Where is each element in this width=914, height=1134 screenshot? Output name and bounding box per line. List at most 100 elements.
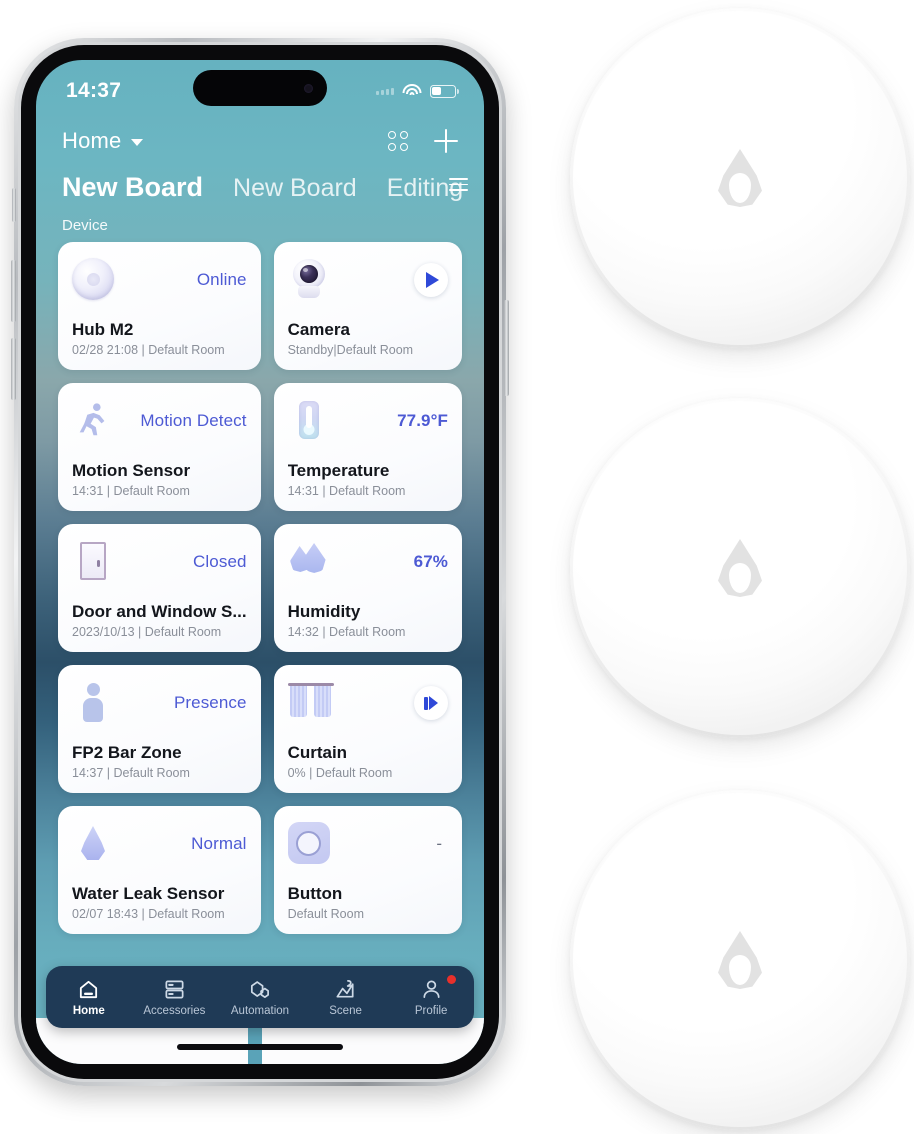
profile-icon (419, 977, 443, 1001)
device-meta: 2023/10/13 | Default Room (72, 625, 222, 639)
silent-switch[interactable] (12, 188, 16, 222)
card-top-row: 77.9°F (288, 397, 448, 445)
device-meta: 14:32 | Default Room (287, 625, 406, 639)
device-meta: 14:31 | Default Room (287, 484, 406, 498)
battery-icon (430, 84, 459, 98)
device-name: Camera (287, 320, 350, 339)
nav-item-automation[interactable]: Automation (217, 977, 303, 1017)
card-top-row: 67% (288, 538, 448, 586)
device-grid: Online Hub M2 02/28 21:08 | Default Room (58, 242, 462, 934)
device-card-fp2-bar-zone[interactable]: Presence FP2 Bar Zone 14:37 | Default Ro… (58, 665, 261, 793)
notification-badge (446, 975, 456, 984)
device-card-humidity[interactable]: 67% Humidity 14:32 | Default Room (273, 524, 462, 652)
device-card-camera[interactable]: Camera Standby|Default Room (273, 242, 462, 370)
volume-up-button[interactable] (11, 260, 16, 322)
screenshot-canvas: 14:37 Home New Board New Board Editing D… (0, 0, 914, 1134)
tab-new-board-1[interactable]: New Board (62, 172, 203, 203)
device-state: - (436, 834, 442, 853)
card-top-row (288, 256, 448, 304)
motion-sensor-icon (72, 399, 116, 443)
device-state: 77.9°F (397, 411, 448, 430)
accessories-icon (162, 977, 186, 1001)
device-state: Motion Detect (140, 411, 247, 430)
board-tabs: New Board New Board Editing Guida (36, 162, 484, 203)
nav-item-home[interactable]: Home (46, 977, 132, 1017)
device-name: Door and Window S... (72, 602, 247, 621)
door-icon (72, 540, 116, 584)
device-card-curtain[interactable]: Curtain 0% | Default Room (273, 665, 462, 793)
presence-person-icon (72, 681, 116, 725)
water-drop-icon (718, 931, 762, 989)
wifi-icon (402, 83, 422, 99)
nav-label: Automation (230, 1005, 290, 1017)
volume-down-button[interactable] (11, 338, 16, 400)
humidity-droplets-icon (288, 540, 332, 584)
hub-icon (72, 258, 116, 302)
card-top-row: Normal (72, 820, 247, 868)
device-state: 67% (413, 552, 448, 571)
device-card-motion-sensor[interactable]: Motion Detect Motion Sensor 14:31 | Defa… (58, 383, 261, 511)
water-leak-sensor-puck-1 (570, 8, 910, 348)
water-leak-sensor-puck-3 (570, 790, 910, 1130)
device-name: Hub M2 (72, 320, 134, 339)
nav-item-profile[interactable]: Profile (388, 975, 474, 1017)
home-selector-label: Home (62, 128, 122, 153)
home-selector[interactable]: Home (62, 128, 143, 154)
open-curtain-button[interactable] (414, 686, 448, 720)
water-drop-icon (718, 149, 762, 207)
thermometer-icon (288, 399, 332, 443)
device-meta: 14:31 | Default Room (72, 484, 190, 498)
nav-label: Profile (414, 1005, 448, 1017)
section-label-device: Device (62, 217, 108, 234)
device-name: FP2 Bar Zone (72, 743, 182, 762)
header-actions (388, 129, 458, 153)
hamburger-menu-icon[interactable] (449, 178, 468, 195)
phone-device: 14:37 Home New Board New Board Editing D… (11, 38, 509, 1086)
home-indicator[interactable] (177, 1044, 343, 1050)
nav-item-accessories[interactable]: Accessories (132, 977, 218, 1017)
tab-new-board-2[interactable]: New Board (233, 174, 357, 203)
device-card-hub-m2[interactable]: Online Hub M2 02/28 21:08 | Default Room (58, 242, 261, 370)
device-meta: 0% | Default Room (287, 766, 393, 780)
device-state: Closed (193, 552, 247, 571)
device-name: Motion Sensor (72, 461, 191, 480)
phone-screen: 14:37 Home New Board New Board Editing D… (36, 60, 484, 1064)
automation-icon (248, 977, 272, 1001)
water-drop-icon (718, 539, 762, 597)
device-card-temperature[interactable]: 77.9°F Temperature 14:31 | Default Room (273, 383, 462, 511)
app-header: Home (36, 118, 484, 162)
device-card-door-window-sensor[interactable]: Closed Door and Window S... 2023/10/13 |… (58, 524, 261, 652)
dynamic-island (193, 70, 327, 106)
play-button[interactable] (414, 263, 448, 297)
chevron-down-icon (130, 139, 143, 146)
device-name: Humidity (287, 602, 361, 621)
front-camera-icon (304, 83, 313, 93)
device-name: Water Leak Sensor (72, 884, 225, 903)
card-top-row: Motion Detect (72, 397, 247, 445)
card-top-row (287, 679, 448, 727)
camera-icon (288, 258, 332, 302)
bottom-navigation-bar: Home Accessories Automation Scene Profil… (46, 966, 474, 1028)
button-switch-icon (287, 822, 332, 866)
device-state: Presence (173, 693, 247, 712)
play-icon (426, 272, 439, 288)
device-meta: 14:37 | Default Room (72, 766, 190, 780)
device-scroll-area[interactable]: Online Hub M2 02/28 21:08 | Default Room (36, 242, 484, 934)
nav-item-scene[interactable]: Scene (303, 977, 389, 1017)
device-card-water-leak-sensor[interactable]: Normal Water Leak Sensor 02/07 18:43 | D… (58, 806, 261, 934)
card-top-row: Online (72, 256, 247, 304)
nav-label: Scene (329, 1005, 362, 1017)
device-state: Online (196, 270, 247, 289)
plus-icon[interactable] (434, 129, 458, 153)
device-meta: Standby|Default Room (287, 343, 414, 357)
grid-view-icon[interactable] (388, 131, 408, 151)
water-leak-sensor-puck-2 (570, 398, 910, 738)
nav-label: Accessories (143, 1005, 206, 1017)
power-button[interactable] (504, 300, 509, 396)
device-state: Normal (191, 834, 247, 853)
status-bar: 14:37 (36, 60, 484, 118)
device-card-button[interactable]: - Button Default Room (273, 806, 462, 934)
card-top-row: Presence (72, 679, 247, 727)
curtain-open-icon (424, 696, 438, 710)
card-top-row: Closed (72, 538, 247, 586)
